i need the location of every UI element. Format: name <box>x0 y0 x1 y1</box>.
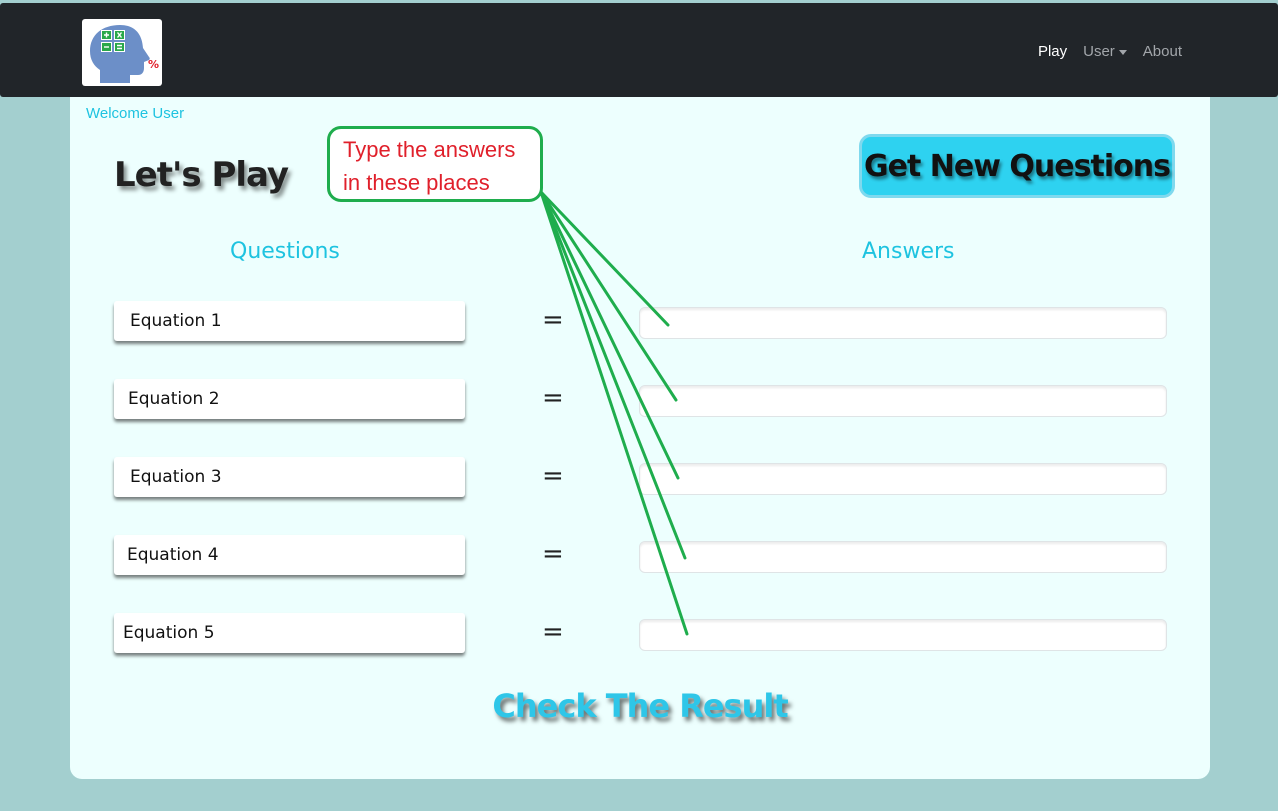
annotation-line2-text: in these places <box>343 170 490 195</box>
answer-input-3[interactable] <box>639 463 1167 495</box>
annotation-line1-text: Type the answers <box>343 137 516 162</box>
answers-header: Answers <box>862 239 955 264</box>
answer-input-4[interactable] <box>639 541 1167 573</box>
answer-input-5[interactable] <box>639 619 1167 651</box>
question-box-2: Equation 2 <box>114 379 465 419</box>
play-card: Welcome User Let's Play Get New Question… <box>70 97 1210 779</box>
annotation-callout: Type the answers in these places <box>327 126 543 202</box>
caret-down-icon <box>1118 49 1127 55</box>
nav-link-user-label: User <box>1083 43 1115 60</box>
question-box-5: Equation 5 <box>114 613 465 653</box>
welcome-text: Welcome User <box>86 105 185 122</box>
navbar: % Play User About <box>0 3 1278 97</box>
nav-links: Play User About <box>1030 41 1190 62</box>
question-box-4: Equation 4 <box>114 535 465 575</box>
brain-head-icon: % <box>90 25 159 83</box>
equals-sign-5: = <box>542 617 564 647</box>
equals-sign-3: = <box>542 461 564 491</box>
get-new-questions-button[interactable]: Get New Questions <box>859 134 1175 198</box>
check-result-button[interactable]: Check The Result <box>70 687 1210 725</box>
nav-link-about[interactable]: About <box>1135 41 1190 62</box>
nav-user-dropdown[interactable]: User <box>1075 41 1135 62</box>
answer-input-2[interactable] <box>639 385 1167 417</box>
page-title: Let's Play <box>114 155 289 195</box>
app-logo[interactable]: % <box>82 19 162 86</box>
question-box-1: Equation 1 <box>114 301 465 341</box>
question-box-3: Equation 3 <box>114 457 465 497</box>
questions-header: Questions <box>230 239 340 264</box>
equals-sign-1: = <box>542 305 564 335</box>
answer-input-1[interactable] <box>639 307 1167 339</box>
equals-sign-2: = <box>542 383 564 413</box>
nav-link-play[interactable]: Play <box>1030 41 1075 62</box>
equals-sign-4: = <box>542 539 564 569</box>
logo-badge: % <box>148 58 159 71</box>
